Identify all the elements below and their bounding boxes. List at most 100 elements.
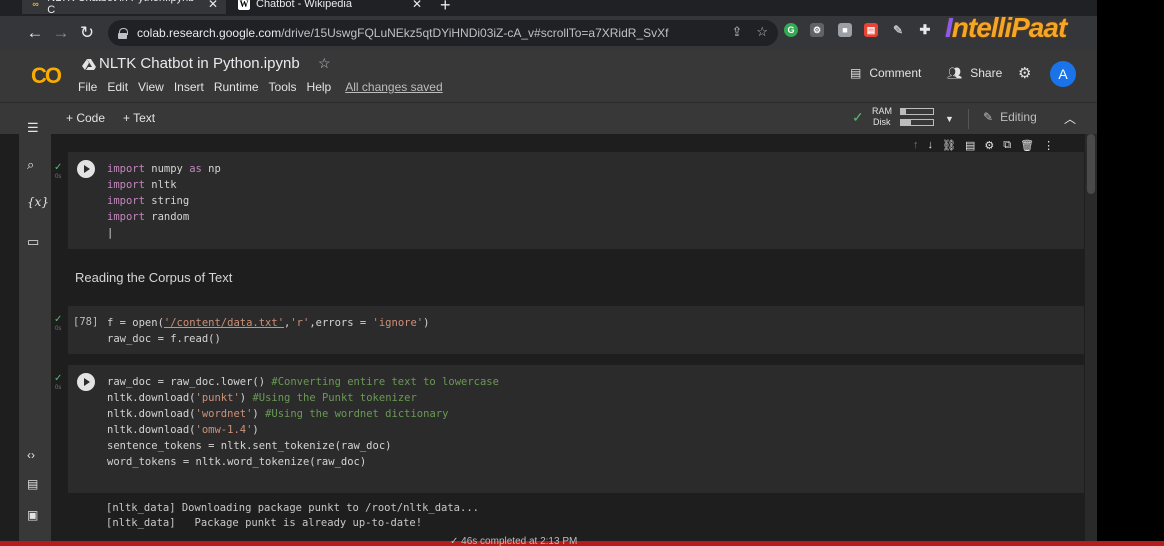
cell-settings-gear-icon[interactable]: ⚙ xyxy=(984,139,994,152)
code-cell[interactable]: ✓ 0s [78] f = open('/content/data.txt','… xyxy=(54,306,1084,354)
output-line: [nltk_data] Package punkt is already up-… xyxy=(106,517,423,529)
comment-icon: ▤ xyxy=(850,66,862,80)
lock-icon xyxy=(118,27,128,39)
text-cell-heading[interactable]: Reading the Corpus of Text xyxy=(75,270,232,285)
avatar[interactable]: A xyxy=(1050,61,1076,87)
url-path: /drive/15UswgFQLuNEkz5qtDYiHNDi03iZ-cA_v… xyxy=(281,26,669,40)
back-arrow-icon[interactable]: ← xyxy=(22,23,48,43)
new-tab-icon[interactable]: + xyxy=(440,0,451,16)
delete-trash-icon[interactable]: 🗑︎ xyxy=(1020,139,1034,152)
menu-tools[interactable]: Tools xyxy=(269,80,297,94)
connected-check-icon: ✓ xyxy=(852,109,864,125)
link-icon[interactable]: ⛓ xyxy=(942,139,956,152)
code-cell[interactable]: ✓ 0s raw_doc = raw_doc.lower() #Converti… xyxy=(54,365,1084,493)
cell-toolbar: ↑ ↓ ⛓ ▤ ⚙ ⧉ 🗑︎ ⋮ xyxy=(913,139,1054,152)
people-icon: 👥︎ xyxy=(947,66,963,80)
close-tab-icon[interactable]: ✕ xyxy=(208,0,218,11)
extension-icon[interactable]: ⚙ xyxy=(810,23,824,37)
files-folder-icon[interactable]: ▭ xyxy=(27,234,39,250)
cell-code[interactable]: f = open('/content/data.txt','r',errors … xyxy=(107,315,429,347)
grammarly-extension-icon[interactable]: G xyxy=(784,23,798,37)
executed-check-icon: ✓ xyxy=(54,314,63,325)
colab-window: CO NLTK Chatbot in Python.ipynb ☆ File E… xyxy=(0,50,1097,546)
wikipedia-favicon-icon: W xyxy=(238,0,250,10)
notebook-toolbar: + Code + Text ✓ RAM Disk ▼ ✎ Editing ︿ xyxy=(0,102,1097,134)
menu-file[interactable]: File xyxy=(78,80,97,94)
terminal-icon[interactable]: ▣ xyxy=(27,508,38,522)
output-line: [nltk_data] Downloading package punkt to… xyxy=(106,502,479,514)
command-palette-icon[interactable]: ▤ xyxy=(27,477,38,491)
executed-check-icon: ✓ xyxy=(54,162,63,173)
cell-code[interactable]: import numpy as np import nltk import st… xyxy=(107,161,221,241)
scrollbar-thumb[interactable] xyxy=(1087,134,1095,194)
save-status-link[interactable]: All changes saved xyxy=(345,80,442,94)
menu-edit[interactable]: Edit xyxy=(107,80,128,94)
collapse-chevron-up-icon[interactable]: ︿ xyxy=(1064,110,1076,127)
menu-runtime[interactable]: Runtime xyxy=(214,80,259,94)
extension-icon[interactable]: ■ xyxy=(838,23,852,37)
browser-tab-colab[interactable]: ∞ NLTK Chatbot in Python.ipynb - C ✕ xyxy=(22,0,226,16)
table-of-contents-icon[interactable]: ☰ xyxy=(27,120,39,136)
menu-bar: File Edit View Insert Runtime Tools Help… xyxy=(78,80,453,94)
editing-mode-button[interactable]: ✎ Editing xyxy=(983,110,1037,124)
ram-label: RAM xyxy=(872,106,892,116)
tab-title: NLTK Chatbot in Python.ipynb - C xyxy=(47,0,201,16)
cell-output: [nltk_data] Downloading package punkt to… xyxy=(106,501,479,531)
ram-usage-bar xyxy=(900,108,934,115)
editing-label: Editing xyxy=(1000,110,1037,124)
menu-help[interactable]: Help xyxy=(307,80,332,94)
notebook-content: ✓ 0s import numpy as np import nltk impo… xyxy=(51,134,1097,546)
exec-time: 0s xyxy=(55,385,62,391)
puzzle-extensions-icon[interactable]: ✚ xyxy=(918,22,932,37)
cell-code[interactable]: raw_doc = raw_doc.lower() #Converting en… xyxy=(107,374,499,470)
browser-tab-wikipedia[interactable]: W Chatbot - Wikipedia ✕ xyxy=(230,0,430,14)
add-text-button[interactable]: + Text xyxy=(123,111,155,125)
search-icon[interactable]: ⌕ xyxy=(27,157,34,173)
pencil-icon: ✎ xyxy=(983,110,994,124)
disk-label: Disk xyxy=(873,117,891,127)
notebook-title[interactable]: NLTK Chatbot in Python.ipynb xyxy=(99,55,300,72)
share-button[interactable]: 👥︎ Share xyxy=(947,66,1002,80)
colab-header: CO NLTK Chatbot in Python.ipynb ☆ File E… xyxy=(0,50,1097,102)
mirror-cell-icon[interactable]: ⧉ xyxy=(1003,139,1011,152)
menu-view[interactable]: View xyxy=(138,80,164,94)
intellipaat-logo: IntelliPaat xyxy=(945,12,1067,43)
move-down-icon[interactable]: ↓ xyxy=(928,139,934,152)
colab-favicon-icon: ∞ xyxy=(32,0,39,9)
move-up-icon[interactable]: ↑ xyxy=(913,139,919,152)
extension-icon[interactable]: ▤ xyxy=(864,23,878,37)
pen-extension-icon[interactable]: ✎ xyxy=(891,23,905,37)
close-tab-icon[interactable]: ✕ xyxy=(412,0,422,11)
execution-count: [78] xyxy=(73,316,99,328)
share-page-icon[interactable]: ⇪ xyxy=(731,24,742,40)
toolbar-divider xyxy=(968,109,969,129)
reload-icon[interactable]: ↻ xyxy=(74,23,100,43)
url-input[interactable]: colab.research.google.com/drive/15UswgFQ… xyxy=(108,20,778,46)
browser-tab-strip: ∞ NLTK Chatbot in Python.ipynb - C ✕ W C… xyxy=(0,0,1097,16)
star-icon[interactable]: ☆ xyxy=(318,55,331,72)
variables-icon[interactable]: {x} xyxy=(27,195,49,209)
run-cell-button[interactable] xyxy=(77,160,95,178)
comment-icon[interactable]: ▤ xyxy=(965,139,975,152)
notebook-scrollbar[interactable] xyxy=(1085,134,1097,546)
bookmark-star-icon[interactable]: ☆ xyxy=(756,24,768,40)
exec-time: 0s xyxy=(55,174,62,180)
menu-insert[interactable]: Insert xyxy=(174,80,204,94)
run-cell-button[interactable] xyxy=(77,373,95,391)
resource-meter[interactable]: RAM Disk xyxy=(872,106,892,128)
forward-arrow-icon[interactable]: → xyxy=(48,23,74,43)
add-code-button[interactable]: + Code xyxy=(66,111,105,125)
exec-time: 0s xyxy=(55,326,62,332)
resource-dropdown-icon[interactable]: ▼ xyxy=(945,114,954,124)
settings-gear-icon[interactable]: ⚙ xyxy=(1018,64,1031,82)
comment-button[interactable]: ▤ Comment xyxy=(850,66,921,80)
right-black-margin xyxy=(1097,0,1164,546)
colab-logo[interactable]: CO xyxy=(31,63,62,89)
code-snippets-icon[interactable]: ‹› xyxy=(27,448,35,462)
url-host: colab.research.google.com xyxy=(137,26,282,40)
address-bar-row: ← → ↻ colab.research.google.com/drive/15… xyxy=(0,16,1097,50)
google-drive-icon xyxy=(82,59,96,70)
code-cell[interactable]: ✓ 0s import numpy as np import nltk impo… xyxy=(54,139,1084,249)
more-options-icon[interactable]: ⋮ xyxy=(1043,139,1054,152)
share-label: Share xyxy=(970,66,1003,80)
